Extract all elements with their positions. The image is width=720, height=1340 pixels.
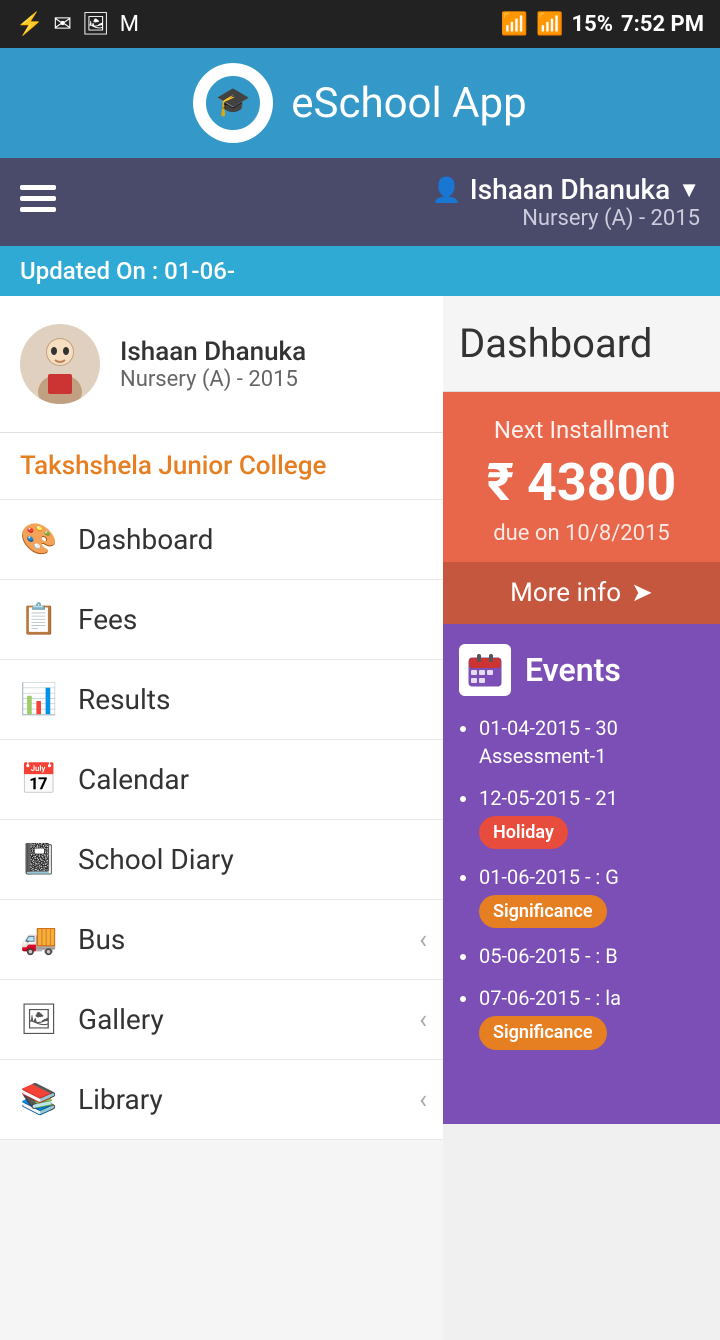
holiday-badge: Holiday bbox=[479, 816, 568, 849]
profile-text: Ishaan Dhanuka Nursery (A) - 2015 bbox=[120, 337, 306, 392]
event-list: 01-04-2015 - 30 Assessment-1 12-05-2015 … bbox=[459, 714, 704, 1050]
fee-due: due on 10/8/2015 bbox=[459, 521, 704, 546]
profile-name: Ishaan Dhanuka bbox=[120, 337, 306, 367]
results-label: Results bbox=[78, 683, 170, 716]
school-diary-label: School Diary bbox=[78, 843, 234, 876]
gallery-chevron-icon: ‹ bbox=[419, 1005, 427, 1035]
right-panel: Dashboard Next Installment ₹ 43800 due o… bbox=[443, 296, 720, 1340]
library-chevron-icon: ‹ bbox=[419, 1085, 427, 1115]
app-header: 🎓 eSchool App bbox=[0, 48, 720, 158]
event-date-3: 01-06-2015 - : G bbox=[479, 865, 619, 889]
main-layout: Ishaan Dhanuka Nursery (A) - 2015 Takshs… bbox=[0, 296, 720, 1340]
sidebar-item-results[interactable]: 📊 Results bbox=[0, 660, 443, 740]
school-name: Takshshela Junior College bbox=[0, 433, 443, 500]
event-date-2: 12-05-2015 - 21 bbox=[479, 786, 618, 810]
event-desc-1: Assessment-1 bbox=[479, 744, 606, 768]
school-diary-icon: 📓 bbox=[20, 842, 56, 877]
gallery-icon: 🖼 bbox=[20, 1002, 56, 1037]
clock: 7:52 PM bbox=[621, 12, 704, 37]
calendar-label: Calendar bbox=[78, 763, 189, 796]
dropdown-arrow-icon[interactable]: ▼ bbox=[678, 177, 700, 203]
events-card: Events 01-04-2015 - 30 Assessment-1 12-0… bbox=[443, 624, 720, 1124]
list-item: 12-05-2015 - 21 Holiday bbox=[479, 784, 704, 849]
wifi-icon: 📶 bbox=[501, 12, 528, 37]
email-icon: ✉ bbox=[53, 12, 71, 37]
sidebar-item-fees[interactable]: 📋 Fees bbox=[0, 580, 443, 660]
fees-label: Fees bbox=[78, 603, 137, 636]
app-title: eSchool App bbox=[291, 79, 526, 128]
library-icon: 📚 bbox=[20, 1082, 56, 1117]
bus-chevron-icon: ‹ bbox=[419, 925, 427, 955]
list-item: 07-06-2015 - : la Significance bbox=[479, 984, 704, 1049]
sidebar-profile: Ishaan Dhanuka Nursery (A) - 2015 bbox=[0, 296, 443, 433]
sidebar-item-calendar[interactable]: 📅 Calendar bbox=[0, 740, 443, 820]
bus-icon: 🚚 bbox=[20, 922, 56, 957]
gallery-label: Gallery bbox=[78, 1003, 164, 1036]
event-date-5: 07-06-2015 - : la bbox=[479, 986, 621, 1010]
battery-text: 15% bbox=[572, 12, 614, 37]
events-title: Events bbox=[525, 651, 621, 689]
signal-icon: 📶 bbox=[536, 12, 563, 37]
list-item: 05-06-2015 - : B bbox=[479, 942, 704, 970]
user-avatar-icon: 👤 bbox=[432, 176, 462, 204]
events-calendar-icon bbox=[459, 644, 511, 696]
event-date-1: 01-04-2015 - 30 bbox=[479, 716, 618, 740]
more-info-arrow-icon: ➤ bbox=[631, 578, 653, 608]
fees-icon: 📋 bbox=[20, 602, 56, 637]
bus-label: Bus bbox=[78, 923, 125, 956]
dashboard-title: Dashboard bbox=[443, 296, 720, 392]
svg-text:🎓: 🎓 bbox=[216, 85, 251, 118]
dashboard-label: Dashboard bbox=[78, 523, 213, 556]
update-text: Updated On : 01-06- bbox=[20, 257, 235, 285]
significance-badge-1: Significance bbox=[479, 895, 607, 928]
sidebar-item-gallery[interactable]: 🖼 Gallery ‹ bbox=[0, 980, 443, 1060]
sidebar-item-library[interactable]: 📚 Library ‹ bbox=[0, 1060, 443, 1140]
image-icon: 🖼 bbox=[82, 12, 110, 37]
fee-amount: ₹ 43800 bbox=[459, 452, 704, 513]
menu-button[interactable] bbox=[20, 185, 56, 219]
list-item: 01-06-2015 - : G Significance bbox=[479, 863, 704, 928]
update-banner: Updated On : 01-06- bbox=[0, 246, 720, 296]
significance-badge-2: Significance bbox=[479, 1016, 607, 1049]
results-icon: 📊 bbox=[20, 682, 56, 717]
sidebar-item-bus[interactable]: 🚚 Bus ‹ bbox=[0, 900, 443, 980]
sidebar-item-dashboard[interactable]: 🎨 Dashboard bbox=[0, 500, 443, 580]
library-label: Library bbox=[78, 1083, 163, 1116]
user-class: Nursery (A) - 2015 bbox=[432, 206, 700, 231]
app-logo: 🎓 bbox=[193, 63, 273, 143]
dashboard-icon: 🎨 bbox=[20, 522, 56, 557]
calendar-icon: 📅 bbox=[20, 762, 56, 797]
more-info-label: More info bbox=[510, 578, 621, 608]
fee-card: Next Installment ₹ 43800 due on 10/8/201… bbox=[443, 392, 720, 624]
more-info-button[interactable]: More info ➤ bbox=[443, 562, 720, 624]
sub-header: 👤 Ishaan Dhanuka ▼ Nursery (A) - 2015 bbox=[0, 158, 720, 246]
event-date-4: 05-06-2015 - : B bbox=[479, 944, 618, 968]
user-name: Ishaan Dhanuka bbox=[470, 173, 670, 206]
avatar bbox=[20, 324, 100, 404]
sidebar-item-school-diary[interactable]: 📓 School Diary bbox=[0, 820, 443, 900]
status-right-icons: 📶 📶 15% 7:52 PM bbox=[501, 12, 704, 37]
sidebar: Ishaan Dhanuka Nursery (A) - 2015 Takshs… bbox=[0, 296, 443, 1340]
fee-label: Next Installment bbox=[459, 416, 704, 444]
events-header: Events bbox=[459, 644, 704, 696]
usb-icon: ⚡ bbox=[16, 12, 43, 37]
status-icons: ⚡ ✉ 🖼 M bbox=[16, 12, 139, 37]
status-bar: ⚡ ✉ 🖼 M 📶 📶 15% 7:52 PM bbox=[0, 0, 720, 48]
user-info: 👤 Ishaan Dhanuka ▼ Nursery (A) - 2015 bbox=[432, 173, 700, 231]
list-item: 01-04-2015 - 30 Assessment-1 bbox=[479, 714, 704, 770]
profile-class: Nursery (A) - 2015 bbox=[120, 367, 306, 392]
gmail-icon: M bbox=[120, 12, 139, 37]
